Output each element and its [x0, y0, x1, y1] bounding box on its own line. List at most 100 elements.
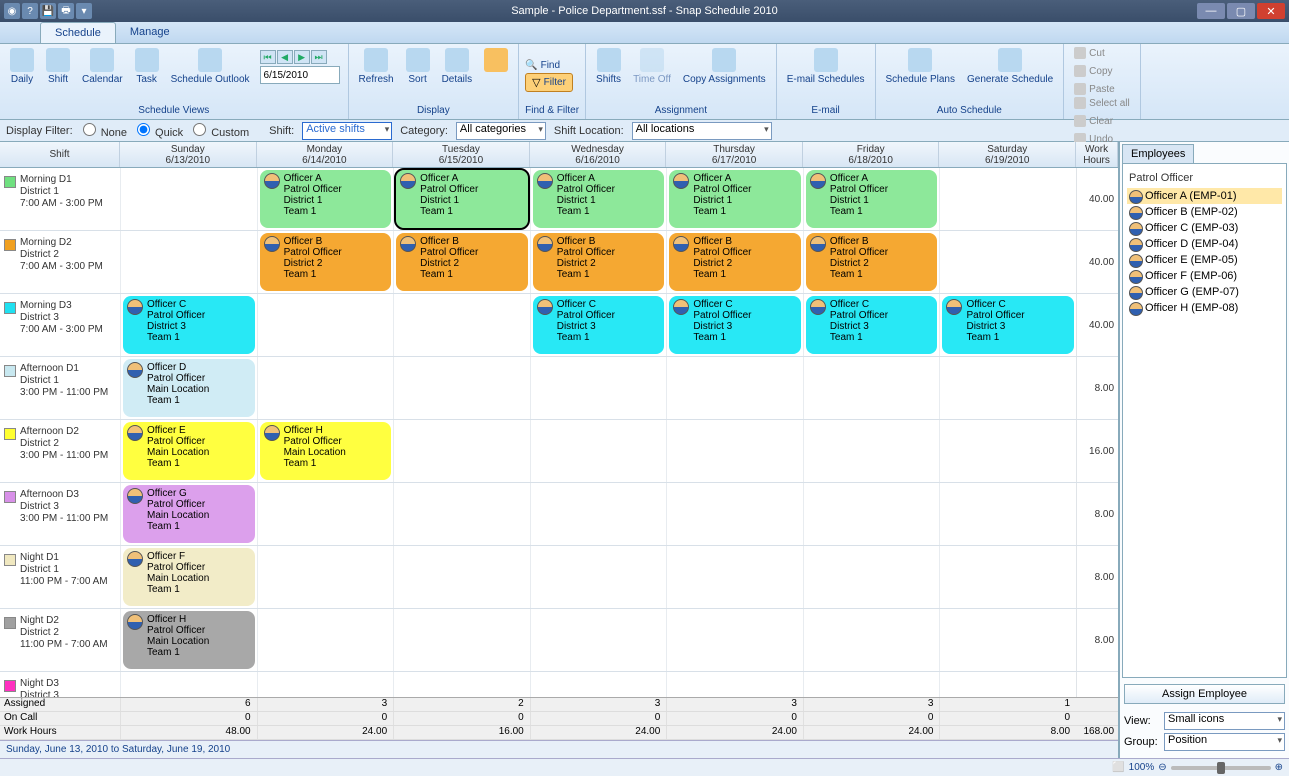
refresh-button[interactable]: Refresh — [355, 46, 398, 87]
outlook-view-button[interactable]: Schedule Outlook — [167, 46, 254, 87]
day-cell[interactable]: Officer CPatrol OfficerDistrict 3Team 1 — [939, 294, 1076, 356]
employee-item[interactable]: Officer F (EMP-06) — [1127, 268, 1282, 284]
assignment-block[interactable]: Officer APatrol OfficerDistrict 1Team 1 — [260, 170, 392, 228]
day-cell[interactable]: Officer CPatrol OfficerDistrict 3Team 1 — [530, 294, 667, 356]
day-cell[interactable] — [257, 609, 394, 671]
calendar-view-button[interactable]: Calendar — [78, 46, 127, 87]
day-cell[interactable] — [393, 420, 530, 482]
shift-label-cell[interactable]: Night D2District 211:00 PM - 7:00 AM — [0, 609, 120, 671]
shift-label-cell[interactable]: Afternoon D2District 23:00 PM - 11:00 PM — [0, 420, 120, 482]
close-button[interactable]: ✕ — [1257, 3, 1285, 19]
qa-save-icon[interactable]: 💾 — [40, 3, 56, 19]
header-day-mon[interactable]: Monday6/14/2010 — [257, 142, 394, 167]
filter-quick-radio[interactable]: Quick — [135, 123, 183, 139]
shift-label-cell[interactable]: Night D3District 311:00 PM - 7:00 AM — [0, 672, 120, 697]
assignment-block[interactable]: Officer GPatrol OfficerMain LocationTeam… — [123, 485, 255, 543]
assignment-block[interactable]: Officer BPatrol OfficerDistrict 2Team 1 — [260, 233, 392, 291]
day-cell[interactable] — [257, 672, 394, 697]
day-cell[interactable]: Officer BPatrol OfficerDistrict 2Team 1 — [257, 231, 394, 293]
shift-label-cell[interactable]: Night D1District 111:00 PM - 7:00 AM — [0, 546, 120, 608]
header-day-thu[interactable]: Thursday6/17/2010 — [666, 142, 803, 167]
filter-button[interactable]: ▽ Filter — [525, 73, 573, 92]
schedule-plans-button[interactable]: Schedule Plans — [882, 46, 960, 87]
day-cell[interactable]: Officer BPatrol OfficerDistrict 2Team 1 — [393, 231, 530, 293]
day-cell[interactable] — [803, 420, 940, 482]
day-cell[interactable] — [803, 672, 940, 697]
qa-help-icon[interactable]: ? — [22, 3, 38, 19]
day-cell[interactable] — [120, 168, 257, 230]
assignment-block[interactable]: Officer APatrol OfficerDistrict 1Team 1 — [669, 170, 801, 228]
employee-item[interactable]: Officer E (EMP-05) — [1127, 252, 1282, 268]
day-cell[interactable] — [257, 483, 394, 545]
shifts-button[interactable]: Shifts — [592, 46, 625, 87]
employee-item[interactable]: Officer H (EMP-08) — [1127, 300, 1282, 316]
day-cell[interactable] — [939, 357, 1076, 419]
day-cell[interactable]: Officer EPatrol OfficerMain LocationTeam… — [120, 420, 257, 482]
assign-employee-button[interactable]: Assign Employee — [1124, 684, 1285, 704]
generate-schedule-button[interactable]: Generate Schedule — [963, 46, 1057, 87]
employee-item[interactable]: Officer D (EMP-04) — [1127, 236, 1282, 252]
day-cell[interactable] — [666, 672, 803, 697]
header-day-tue[interactable]: Tuesday6/15/2010 — [393, 142, 530, 167]
day-cell[interactable]: Officer BPatrol OfficerDistrict 2Team 1 — [530, 231, 667, 293]
paste-button[interactable]: Paste — [1070, 82, 1119, 96]
header-day-sat[interactable]: Saturday6/19/2010 — [939, 142, 1076, 167]
view-combo[interactable]: Small icons — [1164, 712, 1285, 730]
minimize-button[interactable]: — — [1197, 3, 1225, 19]
header-shift[interactable]: Shift — [0, 142, 120, 167]
day-cell[interactable] — [803, 483, 940, 545]
shift-label-cell[interactable]: Afternoon D3District 33:00 PM - 11:00 PM — [0, 483, 120, 545]
day-cell[interactable] — [666, 483, 803, 545]
day-cell[interactable]: Officer CPatrol OfficerDistrict 3Team 1 — [120, 294, 257, 356]
day-cell[interactable] — [393, 609, 530, 671]
shift-label-cell[interactable]: Morning D2District 27:00 AM - 3:00 PM — [0, 231, 120, 293]
day-cell[interactable]: Officer APatrol OfficerDistrict 1Team 1 — [393, 168, 530, 230]
assignment-block[interactable]: Officer CPatrol OfficerDistrict 3Team 1 — [942, 296, 1074, 354]
day-cell[interactable] — [530, 357, 667, 419]
day-cell[interactable] — [257, 294, 394, 356]
employee-item[interactable]: Officer A (EMP-01) — [1127, 188, 1282, 204]
sort-button[interactable]: Sort — [402, 46, 434, 87]
day-cell[interactable] — [120, 672, 257, 697]
assignment-block[interactable]: Officer HPatrol OfficerMain LocationTeam… — [123, 611, 255, 669]
day-cell[interactable] — [939, 672, 1076, 697]
header-day-wed[interactable]: Wednesday6/16/2010 — [530, 142, 667, 167]
maximize-button[interactable]: ▢ — [1227, 3, 1255, 19]
day-cell[interactable]: Officer CPatrol OfficerDistrict 3Team 1 — [666, 294, 803, 356]
zoom-out-button[interactable]: ⊖ — [1158, 762, 1166, 773]
day-cell[interactable] — [939, 483, 1076, 545]
day-cell[interactable] — [803, 609, 940, 671]
day-cell[interactable] — [666, 609, 803, 671]
employee-item[interactable]: Officer B (EMP-02) — [1127, 204, 1282, 220]
day-cell[interactable]: Officer HPatrol OfficerMain LocationTeam… — [120, 609, 257, 671]
header-day-sun[interactable]: Sunday6/13/2010 — [120, 142, 257, 167]
tab-manage[interactable]: Manage — [116, 22, 184, 43]
copy-assignments-button[interactable]: Copy Assignments — [679, 46, 770, 87]
qa-more-icon[interactable]: ▾ — [76, 3, 92, 19]
header-day-fri[interactable]: Friday6/18/2010 — [803, 142, 940, 167]
clear-button[interactable]: Clear — [1070, 114, 1117, 128]
qa-print-icon[interactable]: 🖶 — [58, 3, 74, 19]
employee-item[interactable]: Officer G (EMP-07) — [1127, 284, 1282, 300]
details-toggle-icon[interactable] — [480, 46, 512, 76]
assignment-block[interactable]: Officer CPatrol OfficerDistrict 3Team 1 — [123, 296, 255, 354]
selectall-button[interactable]: Select all — [1070, 96, 1134, 110]
assignment-block[interactable]: Officer BPatrol OfficerDistrict 2Team 1 — [806, 233, 938, 291]
day-cell[interactable] — [939, 420, 1076, 482]
date-input[interactable] — [260, 66, 340, 84]
day-cell[interactable]: Officer DPatrol OfficerMain LocationTeam… — [120, 357, 257, 419]
day-cell[interactable]: Officer APatrol OfficerDistrict 1Team 1 — [666, 168, 803, 230]
day-cell[interactable] — [120, 231, 257, 293]
day-cell[interactable] — [666, 546, 803, 608]
assignment-block[interactable]: Officer BPatrol OfficerDistrict 2Team 1 — [533, 233, 665, 291]
day-cell[interactable]: Officer BPatrol OfficerDistrict 2Team 1 — [803, 231, 940, 293]
shift-label-cell[interactable]: Morning D3District 37:00 AM - 3:00 PM — [0, 294, 120, 356]
task-view-button[interactable]: Task — [131, 46, 163, 87]
assignment-block[interactable]: Officer APatrol OfficerDistrict 1Team 1 — [533, 170, 665, 228]
assignment-block[interactable]: Officer FPatrol OfficerMain LocationTeam… — [123, 548, 255, 606]
day-cell[interactable] — [530, 672, 667, 697]
zoom-in-button[interactable]: ⊕ — [1275, 762, 1283, 773]
day-cell[interactable] — [939, 168, 1076, 230]
shift-label-cell[interactable]: Morning D1District 17:00 AM - 3:00 PM — [0, 168, 120, 230]
day-cell[interactable]: Officer BPatrol OfficerDistrict 2Team 1 — [666, 231, 803, 293]
